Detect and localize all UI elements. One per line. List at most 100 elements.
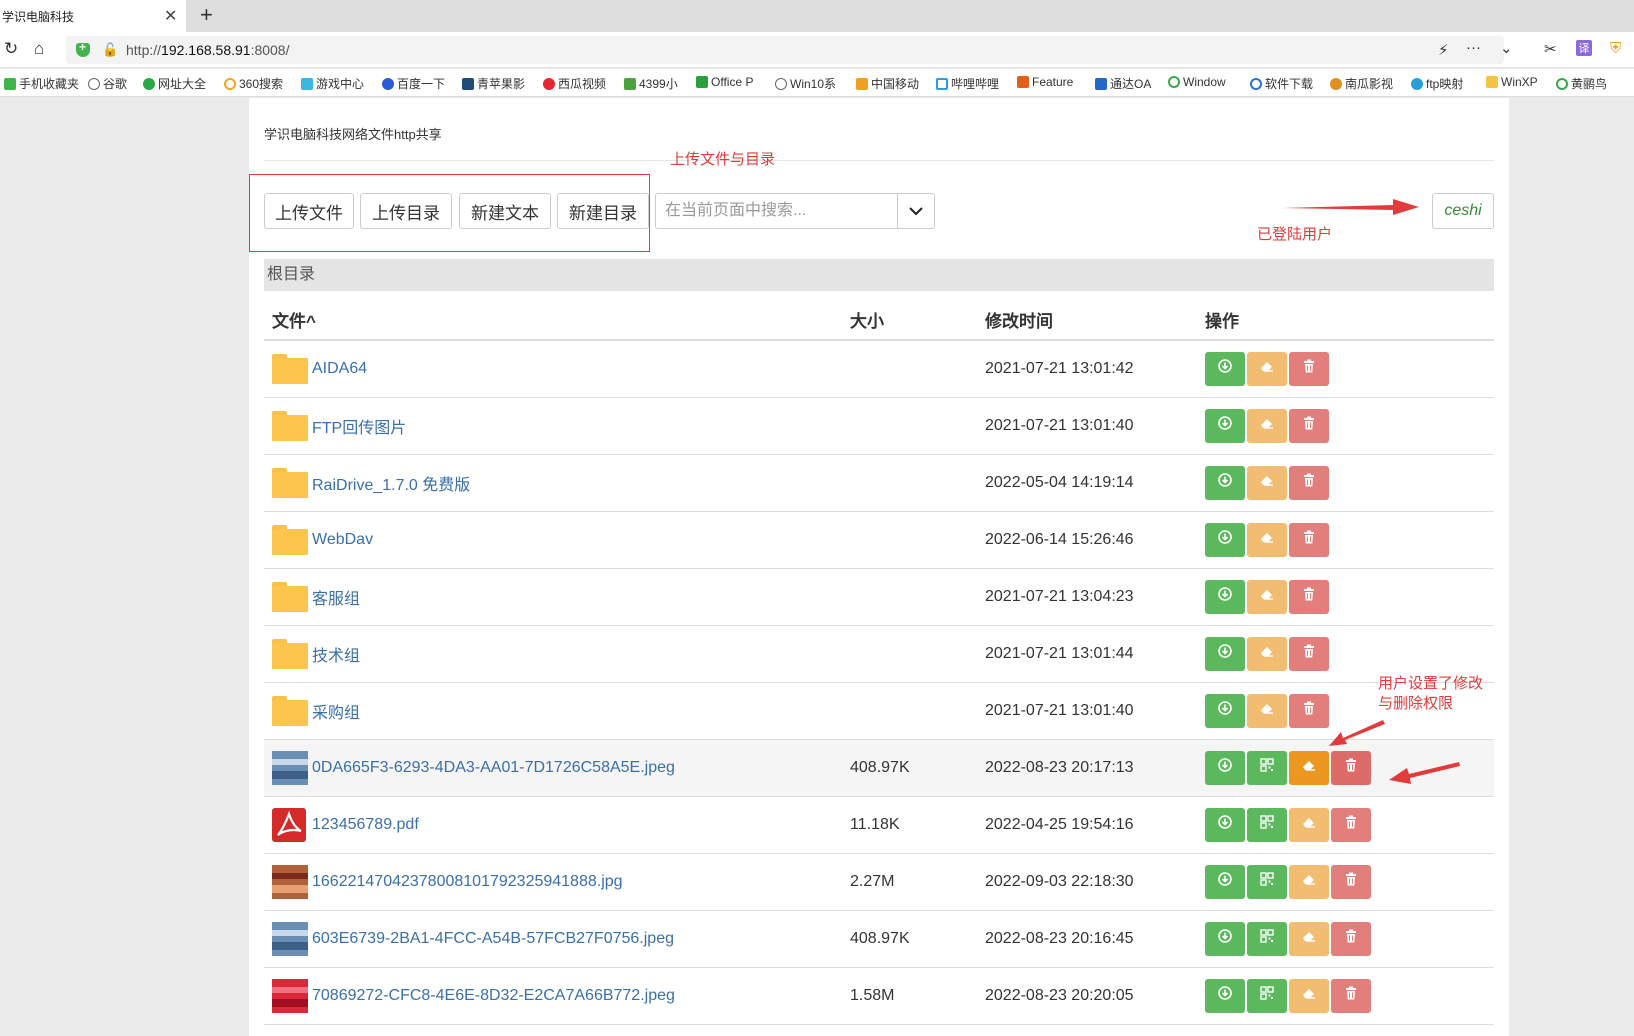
- bookmark-item[interactable]: 中国移动: [856, 75, 919, 92]
- download-button[interactable]: [1205, 693, 1245, 728]
- browser-tab[interactable]: 学识电脑科技 ✕: [0, 0, 186, 32]
- file-name-link[interactable]: 客服组: [312, 585, 360, 609]
- bookmark-item[interactable]: 4399小: [624, 75, 678, 92]
- delete-button[interactable]: [1331, 921, 1371, 956]
- table-row[interactable]: RaiDrive_1.7.0 免费版 2022-05-04 14:19:14: [264, 454, 1494, 512]
- bookmark-item[interactable]: 网址大全: [143, 75, 206, 92]
- qrcode-button[interactable]: [1247, 978, 1287, 1013]
- download-button[interactable]: [1205, 351, 1245, 386]
- download-button[interactable]: [1205, 807, 1245, 842]
- reload-icon[interactable]: ↻: [4, 40, 18, 58]
- column-header-name[interactable]: 文件^: [264, 300, 842, 341]
- file-name-link[interactable]: 技术组: [312, 642, 360, 666]
- delete-button[interactable]: [1289, 693, 1329, 728]
- extension-shield-icon[interactable]: ⛨: [1610, 40, 1621, 57]
- new-text-button[interactable]: 新建文本: [459, 193, 551, 229]
- bookmark-item[interactable]: 青苹果影: [462, 75, 525, 92]
- insecure-lock-icon[interactable]: 🔓: [102, 42, 118, 58]
- rename-button[interactable]: [1289, 864, 1329, 899]
- table-row[interactable]: 70869272-CFC8-4E6E-8D32-E2CA7A66B772.jpe…: [264, 967, 1494, 1025]
- download-button[interactable]: [1205, 579, 1245, 614]
- rename-button[interactable]: [1289, 807, 1329, 842]
- rename-button[interactable]: [1247, 693, 1287, 728]
- delete-button[interactable]: [1289, 579, 1329, 614]
- rename-button[interactable]: [1289, 921, 1329, 956]
- file-name-link[interactable]: 1662214704237800810179232594188​8.jpg: [312, 873, 623, 891]
- bookmark-item[interactable]: 手机收藏夹: [4, 75, 79, 92]
- file-name-link[interactable]: 70869272-CFC8-4E6E-8D32-E2CA7A66B772.jpe…: [312, 987, 675, 1005]
- delete-button[interactable]: [1289, 408, 1329, 443]
- file-name-link[interactable]: 603E6739-2BA1-4FCC-A54B-57FCB27F0756.jpe…: [312, 930, 674, 948]
- rename-button[interactable]: [1289, 978, 1329, 1013]
- file-name-link[interactable]: 采购组: [312, 699, 360, 723]
- bookmark-item[interactable]: Office P: [696, 75, 753, 89]
- search-input[interactable]: [655, 193, 898, 229]
- file-name-link[interactable]: 0DA665F3-6293-4DA3-AA01-7D1726C58A5E.jpe…: [312, 759, 675, 777]
- table-row[interactable]: 1662214704237800810179232594188​8.jpg 2.2…: [264, 853, 1494, 911]
- qrcode-button[interactable]: [1247, 807, 1287, 842]
- table-row[interactable]: AIDA64 2021-07-21 13:01:42: [264, 340, 1494, 398]
- download-button[interactable]: [1205, 408, 1245, 443]
- new-dir-button[interactable]: 新建目录: [557, 193, 649, 229]
- table-row[interactable]: 客服组 2021-07-21 13:04:23: [264, 568, 1494, 626]
- delete-button[interactable]: [1331, 864, 1371, 899]
- rename-button[interactable]: [1247, 579, 1287, 614]
- bookmark-item[interactable]: 通达OA: [1095, 75, 1151, 92]
- download-button[interactable]: [1205, 465, 1245, 500]
- close-tab-icon[interactable]: ✕: [164, 6, 177, 26]
- delete-button[interactable]: [1331, 978, 1371, 1013]
- delete-button[interactable]: [1289, 465, 1329, 500]
- table-row[interactable]: 采购组 2021-07-21 13:01:40: [264, 682, 1494, 740]
- lightning-icon[interactable]: ⚡: [1438, 41, 1449, 59]
- table-row[interactable]: 技术组 2021-07-21 13:01:44: [264, 625, 1494, 683]
- more-icon[interactable]: ···: [1466, 39, 1481, 56]
- rename-button[interactable]: [1247, 351, 1287, 386]
- bookmark-item[interactable]: Window: [1168, 75, 1226, 89]
- file-name-link[interactable]: AIDA64: [312, 360, 367, 378]
- download-button[interactable]: [1205, 978, 1245, 1013]
- upload-file-button[interactable]: 上传文件: [264, 193, 354, 229]
- table-row[interactable]: 0DA665F3-6293-4DA3-AA01-7D1726C58A5E.jpe…: [264, 739, 1494, 797]
- rename-button[interactable]: [1247, 636, 1287, 671]
- download-button[interactable]: [1205, 921, 1245, 956]
- file-name-link[interactable]: WebDav: [312, 531, 373, 549]
- file-name-link[interactable]: RaiDrive_1.7.0 免费版: [312, 471, 470, 495]
- bookmark-item[interactable]: 软件下载: [1250, 75, 1313, 92]
- qrcode-button[interactable]: [1247, 864, 1287, 899]
- user-button[interactable]: ceshi: [1432, 193, 1494, 229]
- bookmark-item[interactable]: WinXP: [1486, 75, 1538, 89]
- download-button[interactable]: [1205, 750, 1245, 785]
- breadcrumb[interactable]: 根目录: [264, 259, 1494, 291]
- bookmark-item[interactable]: 南瓜影视: [1330, 75, 1393, 92]
- bookmark-item[interactable]: 谷歌: [88, 75, 127, 92]
- bookmark-item[interactable]: Win10系: [775, 75, 836, 92]
- table-row[interactable]: 603E6739-2BA1-4FCC-A54B-57FCB27F0756.jpe…: [264, 910, 1494, 968]
- bookmark-item[interactable]: 黄鹂鸟: [1556, 75, 1607, 92]
- bookmark-item[interactable]: 西瓜视频: [543, 75, 606, 92]
- address-bar[interactable]: 🔓 http://192.168.58.91:8008/ ⚡ ··· ⌄: [66, 36, 1513, 64]
- table-row[interactable]: 123456789.pdf 11.18K 2022-04-25 19:54:16: [264, 796, 1494, 854]
- chevron-down-icon[interactable]: ⌄: [1500, 39, 1513, 57]
- qrcode-button[interactable]: [1247, 750, 1287, 785]
- scissors-icon[interactable]: ✂: [1544, 40, 1557, 58]
- bookmark-item[interactable]: 360搜索: [224, 75, 283, 92]
- bookmark-item[interactable]: ftp映射: [1411, 75, 1463, 92]
- rename-button[interactable]: [1247, 408, 1287, 443]
- home-icon[interactable]: ⌂: [34, 40, 44, 58]
- file-name-link[interactable]: FTP回传图片: [312, 414, 406, 438]
- bookmark-item[interactable]: 百度一下: [382, 75, 445, 92]
- download-button[interactable]: [1205, 864, 1245, 899]
- table-row[interactable]: WebDav 2022-06-14 15:26:46: [264, 511, 1494, 569]
- rename-button[interactable]: [1289, 750, 1329, 785]
- bookmark-item[interactable]: Feature: [1017, 75, 1073, 89]
- file-name-link[interactable]: 123456789.pdf: [312, 816, 419, 834]
- new-tab-icon[interactable]: +: [200, 2, 213, 28]
- download-button[interactable]: [1205, 636, 1245, 671]
- bookmark-item[interactable]: 哔哩哔哩: [936, 75, 999, 92]
- delete-button[interactable]: [1289, 636, 1329, 671]
- bookmark-item[interactable]: 游戏中心: [301, 75, 364, 92]
- qrcode-button[interactable]: [1247, 921, 1287, 956]
- rename-button[interactable]: [1247, 522, 1287, 557]
- upload-dir-button[interactable]: 上传目录: [360, 193, 452, 229]
- delete-button[interactable]: [1289, 522, 1329, 557]
